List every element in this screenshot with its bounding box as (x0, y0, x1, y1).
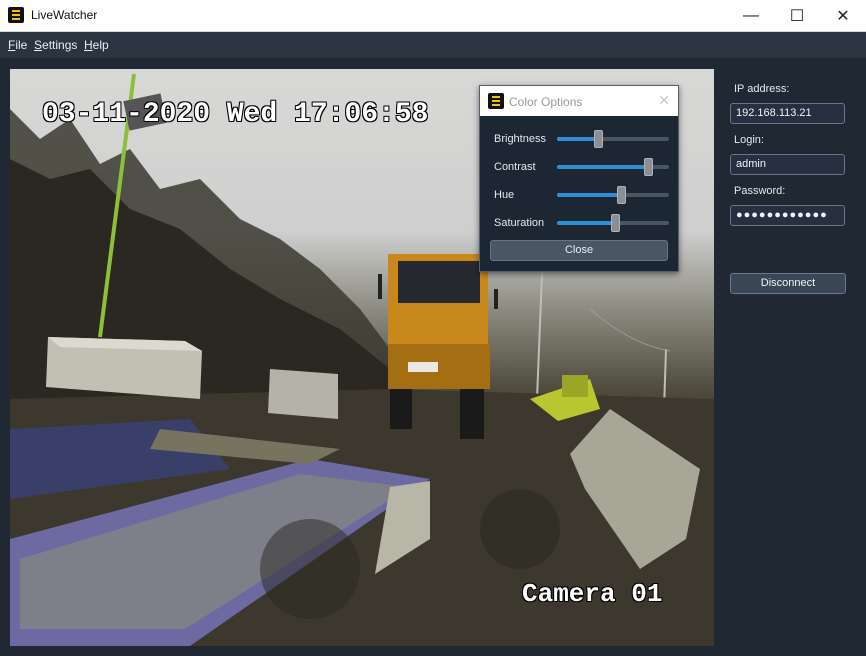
menu-settings[interactable]: Settings (34, 38, 77, 52)
title-bar: LiveWatcher — ☐ ✕ (0, 0, 866, 32)
menu-bar: File Settings Help (0, 32, 866, 58)
saturation-slider[interactable] (557, 214, 669, 232)
menu-file[interactable]: File (8, 38, 27, 52)
contrast-label: Contrast (494, 161, 536, 173)
close-icon: ✕ (836, 7, 850, 25)
saturation-slider-fill (557, 221, 616, 225)
brightness-slider[interactable] (557, 130, 669, 148)
brightness-slider-fill (557, 137, 599, 141)
app-logo-icon (488, 93, 504, 109)
hue-slider[interactable] (557, 186, 669, 204)
hue-label: Hue (494, 189, 515, 201)
brightness-label: Brightness (494, 133, 546, 145)
saturation-slider-handle[interactable] (611, 214, 621, 232)
minimize-button[interactable]: — (728, 0, 774, 31)
brightness-slider-handle[interactable] (594, 130, 604, 148)
ip-address-field[interactable]: 192.168.113.21 (730, 103, 845, 124)
password-field[interactable]: ●●●●●●●●●●●● (730, 205, 845, 226)
contrast-slider-handle[interactable] (643, 158, 653, 176)
contrast-slider[interactable] (557, 158, 669, 176)
saturation-label: Saturation (494, 217, 545, 229)
dialog-title: Color Options (509, 95, 583, 109)
hue-slider-fill (557, 193, 621, 197)
window-title: LiveWatcher (31, 8, 98, 22)
ip-address-label: IP address: (734, 83, 790, 95)
disconnect-button[interactable]: Disconnect (730, 273, 846, 294)
contrast-slider-fill (557, 165, 648, 169)
close-button[interactable]: Close (490, 240, 668, 261)
menu-help[interactable]: Help (84, 38, 109, 52)
app-logo-icon (8, 7, 24, 23)
login-label: Login: (734, 134, 764, 146)
dialog-title-bar[interactable]: Color Options ✕ (480, 86, 678, 116)
maximize-icon: ☐ (789, 7, 805, 25)
camera-timestamp: 03-11-2020 Wed 17:06:58 (42, 99, 429, 130)
minimize-icon: — (743, 6, 759, 24)
password-label: Password: (734, 185, 786, 197)
camera-label: Camera 01 (522, 579, 663, 609)
dialog-close-icon[interactable]: ✕ (658, 92, 670, 109)
color-options-dialog: Color Options ✕ Brightness Contrast Hue … (479, 85, 679, 272)
maximize-button[interactable]: ☐ (774, 0, 820, 31)
hue-slider-handle[interactable] (616, 186, 626, 204)
login-field[interactable]: admin (730, 154, 845, 175)
close-window-button[interactable]: ✕ (820, 0, 866, 31)
